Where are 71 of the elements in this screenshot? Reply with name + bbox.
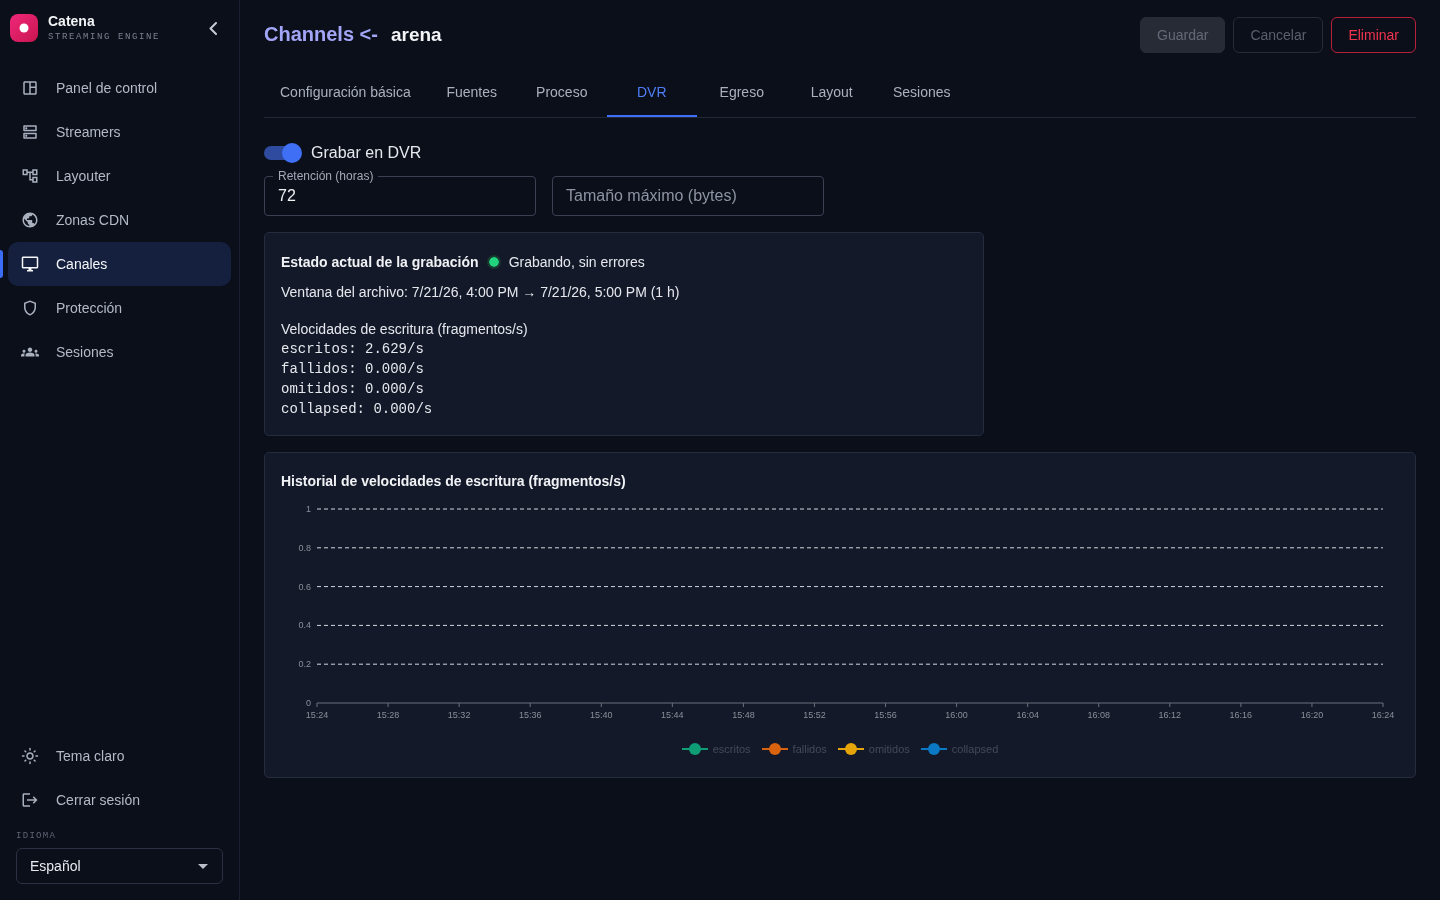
axis-tick-label: 16:08 [1087, 710, 1110, 720]
nav-item[interactable]: Panel de control [8, 66, 231, 110]
language-label: IDIOMA [16, 830, 57, 842]
nav-item[interactable]: Sesiones [8, 330, 231, 374]
sun-icon [21, 747, 39, 765]
tab[interactable]: Layout [786, 69, 877, 117]
brand-name: Catena [48, 13, 96, 29]
page-title: arena [390, 23, 442, 46]
axis-tick-label: 0 [306, 698, 311, 708]
chevron-left-icon [209, 21, 217, 35]
globe-icon [21, 211, 39, 229]
server-icon [21, 123, 39, 141]
axis-tick-label: 15:40 [590, 710, 613, 720]
caret-down-icon [198, 863, 208, 869]
rate-reading: omitidos: 0.000/s [281, 380, 425, 399]
card-title: Estado actual de la grabación [281, 253, 479, 272]
toggle-switch[interactable] [264, 143, 302, 163]
card-title: Historial de velocidades de escritura (fragmentos/s) [281, 472, 627, 491]
language-select[interactable]: Español [16, 848, 223, 884]
axis-tick-label: 15:36 [518, 710, 542, 720]
axis-tick-label: 16:00 [945, 710, 968, 720]
rate-reading: collapsed: 0.000/s [281, 400, 434, 419]
axis-tick-label: 16:04 [1016, 710, 1039, 720]
axis-tick-label: 16:12 [1158, 710, 1182, 720]
tab[interactable]: Fuentes [426, 69, 517, 117]
axis-tick-label: 0.2 [298, 659, 311, 670]
field-label: Retención (horas) [273, 169, 379, 183]
collapse-button[interactable] [209, 21, 217, 35]
tab[interactable]: DVR [606, 69, 697, 117]
tab[interactable]: Configuración básica [264, 69, 427, 117]
axis-tick-label: 0.8 [298, 542, 311, 553]
tab[interactable]: Egreso [696, 69, 787, 117]
axis-tick-label: 15:28 [376, 710, 400, 720]
axis-tick-label: 0.4 [298, 620, 311, 631]
nav-item[interactable]: Zonas CDN [8, 198, 231, 242]
axis-tick-label: 15:52 [803, 710, 826, 720]
axis-tick-label: 15:48 [732, 710, 755, 720]
status-text: Grabando, sin errores [508, 253, 645, 272]
axis-tick-label: 1 [306, 504, 311, 514]
layout-grid-icon [21, 79, 39, 97]
toggle-label: Grabar en DVR [311, 144, 422, 162]
archive-window-text: Ventana del archivo: 7/21/26, 4:00 PM → 7/21/26, 5:00 PM (1 h) [281, 283, 681, 302]
shield-icon [21, 299, 39, 317]
input-field[interactable]: Tamaño máximo (bytes) [552, 176, 824, 216]
active-indicator [0, 250, 3, 278]
tree-icon [21, 167, 39, 185]
nav-item[interactable]: Streamers [8, 110, 231, 154]
sidebar-action[interactable]: Cerrar sesión [8, 778, 231, 822]
rates-title: Velocidades de escritura (fragmentos/s) [281, 320, 529, 339]
nav-item[interactable]: Protección [8, 286, 231, 330]
tab[interactable]: Proceso [516, 69, 607, 117]
tab[interactable]: Sesiones [876, 69, 967, 117]
delete-button[interactable]: Eliminar [1331, 16, 1416, 53]
axis-tick-label: 16:16 [1229, 710, 1253, 720]
nav-item[interactable]: Layouter [8, 154, 231, 198]
logo-icon [10, 14, 38, 42]
axis-tick-label: 16:24 [1371, 710, 1395, 720]
axis-tick-label: 16:20 [1300, 710, 1324, 720]
rate-reading: escritos: 2.629/s [281, 340, 425, 359]
brand-tagline: STREAMING ENGINE [48, 32, 160, 43]
rate-reading: fallidos: 0.000/s [281, 360, 425, 379]
axis-tick-label: 15:24 [305, 710, 329, 720]
nav-item[interactable]: Canales [8, 242, 231, 286]
axis-tick-label: 15:44 [661, 710, 684, 720]
axis-tick-label: 15:32 [447, 710, 471, 720]
sidebar-action[interactable]: Tema claro [8, 734, 231, 778]
back-link[interactable]: Channels <- [264, 23, 378, 46]
axis-tick-label: 15:56 [874, 710, 897, 720]
logout-icon [21, 791, 39, 809]
monitor-icon [21, 255, 39, 273]
axis-tick-label: 0.6 [298, 581, 311, 592]
